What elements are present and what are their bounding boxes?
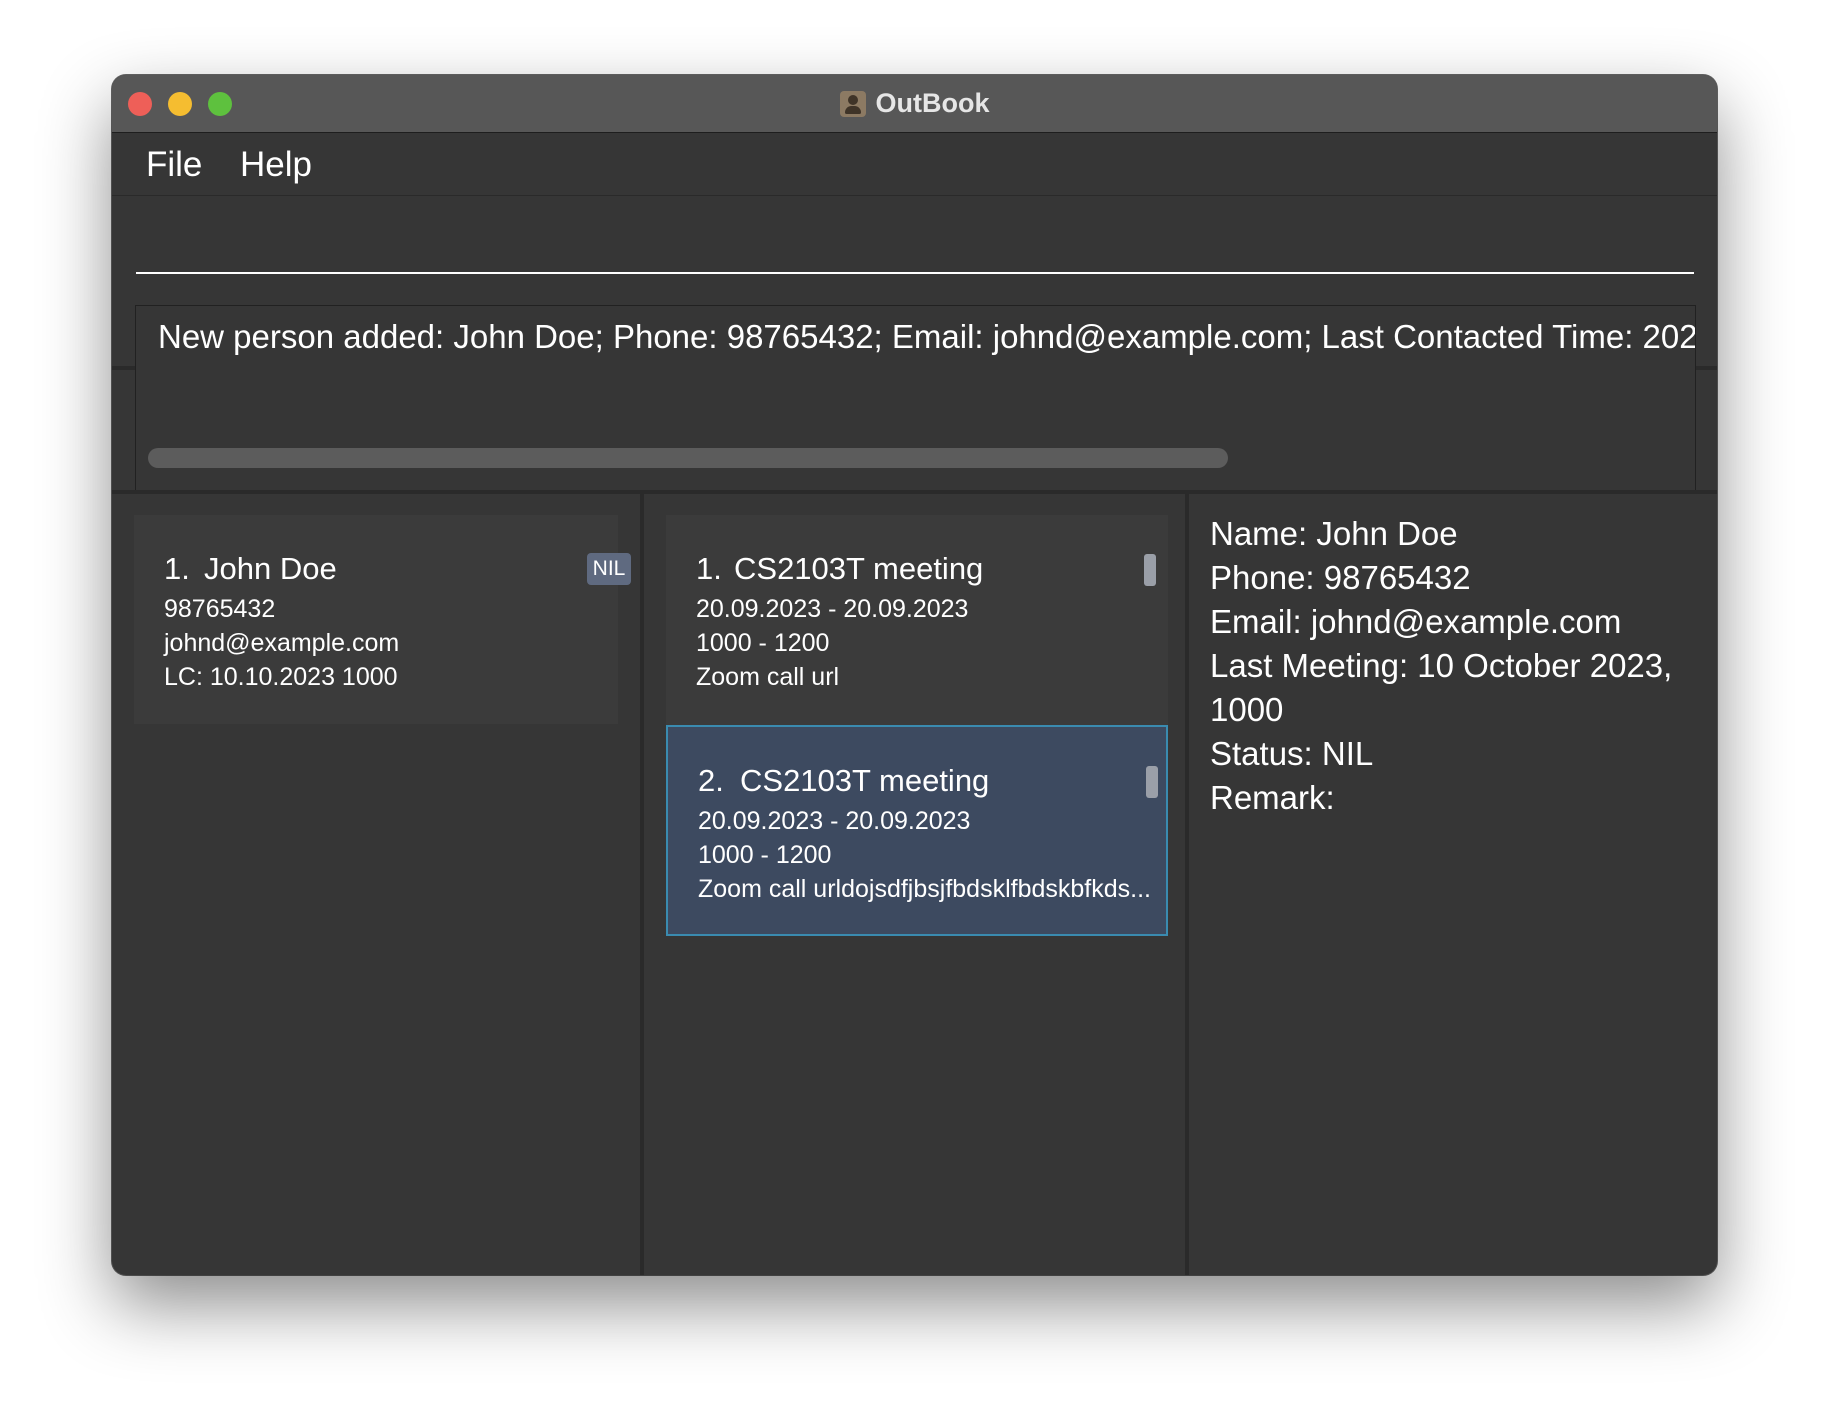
- meeting-location: Zoom call url: [696, 663, 840, 691]
- meeting-dates: 20.09.2023 - 20.09.2023: [698, 807, 971, 835]
- detail-remark: Remark:: [1210, 779, 1335, 816]
- meeting-title: CS2103T meeting: [740, 763, 990, 798]
- meeting-index: 2.: [698, 763, 724, 798]
- meeting-times: 1000 - 1200: [696, 629, 830, 657]
- pane-divider-right: [1185, 494, 1189, 1275]
- window-title: OutBook: [875, 88, 990, 118]
- detail-last-meeting: Last Meeting: 10 October 2023,: [1210, 647, 1673, 684]
- window-title-group: OutBook: [112, 75, 1717, 132]
- detail-last-meeting-time: 1000: [1210, 691, 1284, 728]
- meeting-card-scrollbar[interactable]: [1144, 554, 1156, 586]
- person-email: johnd@example.com: [164, 629, 400, 657]
- detail-email: Email: johnd@example.com: [1210, 603, 1622, 640]
- result-display: New person added: John Doe; Phone: 98765…: [135, 305, 1696, 492]
- command-input[interactable]: [136, 216, 1694, 274]
- result-message: New person added: John Doe; Phone: 98765…: [158, 318, 1696, 355]
- meeting-title: CS2103T meeting: [734, 551, 984, 586]
- menu-help[interactable]: Help: [240, 145, 312, 185]
- menu-bar: File Help: [112, 133, 1717, 196]
- panes-divider: [112, 490, 1717, 494]
- contact-book-icon: [839, 90, 866, 117]
- meeting-card-selected[interactable]: 2. CS2103T meeting 20.09.2023 - 20.09.20…: [666, 725, 1168, 936]
- detail-status: Status: NIL: [1210, 735, 1374, 772]
- menu-file[interactable]: File: [146, 145, 202, 185]
- person-card[interactable]: 1. John Doe NIL 98765432 johnd@example.c…: [134, 515, 631, 724]
- title-bar: OutBook: [112, 75, 1717, 133]
- meeting-card-scrollbar[interactable]: [1146, 766, 1158, 798]
- detail-phone: Phone: 98765432: [1210, 559, 1471, 596]
- status-tag-badge: NIL: [587, 553, 631, 585]
- person-index: 1.: [164, 551, 190, 586]
- person-name: John Doe: [204, 551, 337, 586]
- meeting-index: 1.: [696, 551, 722, 586]
- result-horizontal-scrollbar[interactable]: [148, 448, 1228, 468]
- meeting-times: 1000 - 1200: [698, 841, 832, 869]
- pane-divider-left: [640, 494, 644, 1275]
- app-window: OutBook File Help New person added: John…: [112, 75, 1717, 1275]
- detail-name: Name: John Doe: [1210, 515, 1458, 552]
- meeting-dates: 20.09.2023 - 20.09.2023: [696, 595, 969, 623]
- meeting-card[interactable]: 1. CS2103T meeting 20.09.2023 - 20.09.20…: [666, 515, 1168, 726]
- person-last-contacted: LC: 10.10.2023 1000: [164, 663, 398, 691]
- meeting-location: Zoom call urldojsdfjbsjfbdsklfbdskbfkds.…: [698, 875, 1151, 903]
- person-phone: 98765432: [164, 595, 276, 623]
